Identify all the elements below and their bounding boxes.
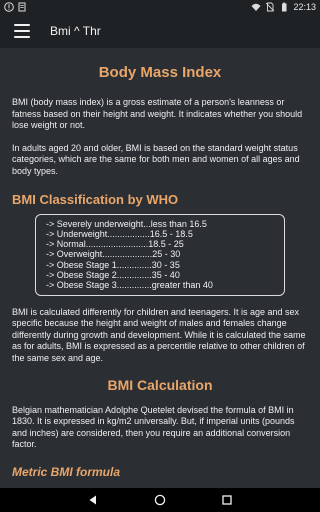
alert-icon (4, 2, 14, 12)
children-paragraph: BMI is calculated differently for childr… (12, 306, 306, 364)
bmi-calculation-heading: BMI Calculation (107, 376, 213, 393)
intro-paragraph-1: BMI (body mass index) is a gross estimat… (12, 97, 303, 131)
who-classification-heading: BMI Classification by WHO (12, 191, 179, 207)
who-row: -> Obese Stage 1..............30 - 35 (46, 259, 180, 270)
page-title: Body Mass Index (98, 64, 222, 81)
who-row: -> Overweight....................25 - 30 (46, 249, 181, 260)
who-row: -> Obese Stage 3..............greater th… (46, 280, 213, 291)
app-bar: Bmi ^ Thr (0, 14, 320, 48)
article-content[interactable]: Body Mass Index BMI (body mass index) is… (0, 48, 320, 488)
who-row: -> Normal.........................18.5 -… (46, 239, 184, 250)
no-sim-icon (265, 2, 275, 12)
status-time: 22:13 (293, 2, 316, 12)
metric-formula-heading: Metric BMI formula (12, 464, 121, 479)
hamburger-menu-icon[interactable] (14, 24, 30, 38)
recents-icon[interactable] (220, 493, 234, 507)
who-classification-box: -> Severely underweight...less than 16.5… (35, 213, 285, 296)
document-icon (17, 2, 27, 12)
who-row: -> Severely underweight...less than 16.5 (46, 218, 207, 229)
status-bar: 22:13 (0, 0, 320, 14)
wifi-icon (251, 2, 261, 12)
battery-icon (279, 2, 289, 12)
home-icon[interactable] (153, 493, 167, 507)
back-icon[interactable] (86, 493, 100, 507)
navigation-bar (0, 488, 320, 512)
app-title: Bmi ^ Thr (50, 24, 101, 38)
who-row: -> Obese Stage 2..............35 - 40 (46, 270, 180, 281)
calculation-paragraph: Belgian mathematician Adolphe Quetelet d… (12, 404, 295, 450)
intro-paragraph-2: In adults aged 20 and older, BMI is base… (12, 142, 300, 176)
who-row: -> Underweight.................16.5 - 18… (46, 228, 193, 239)
